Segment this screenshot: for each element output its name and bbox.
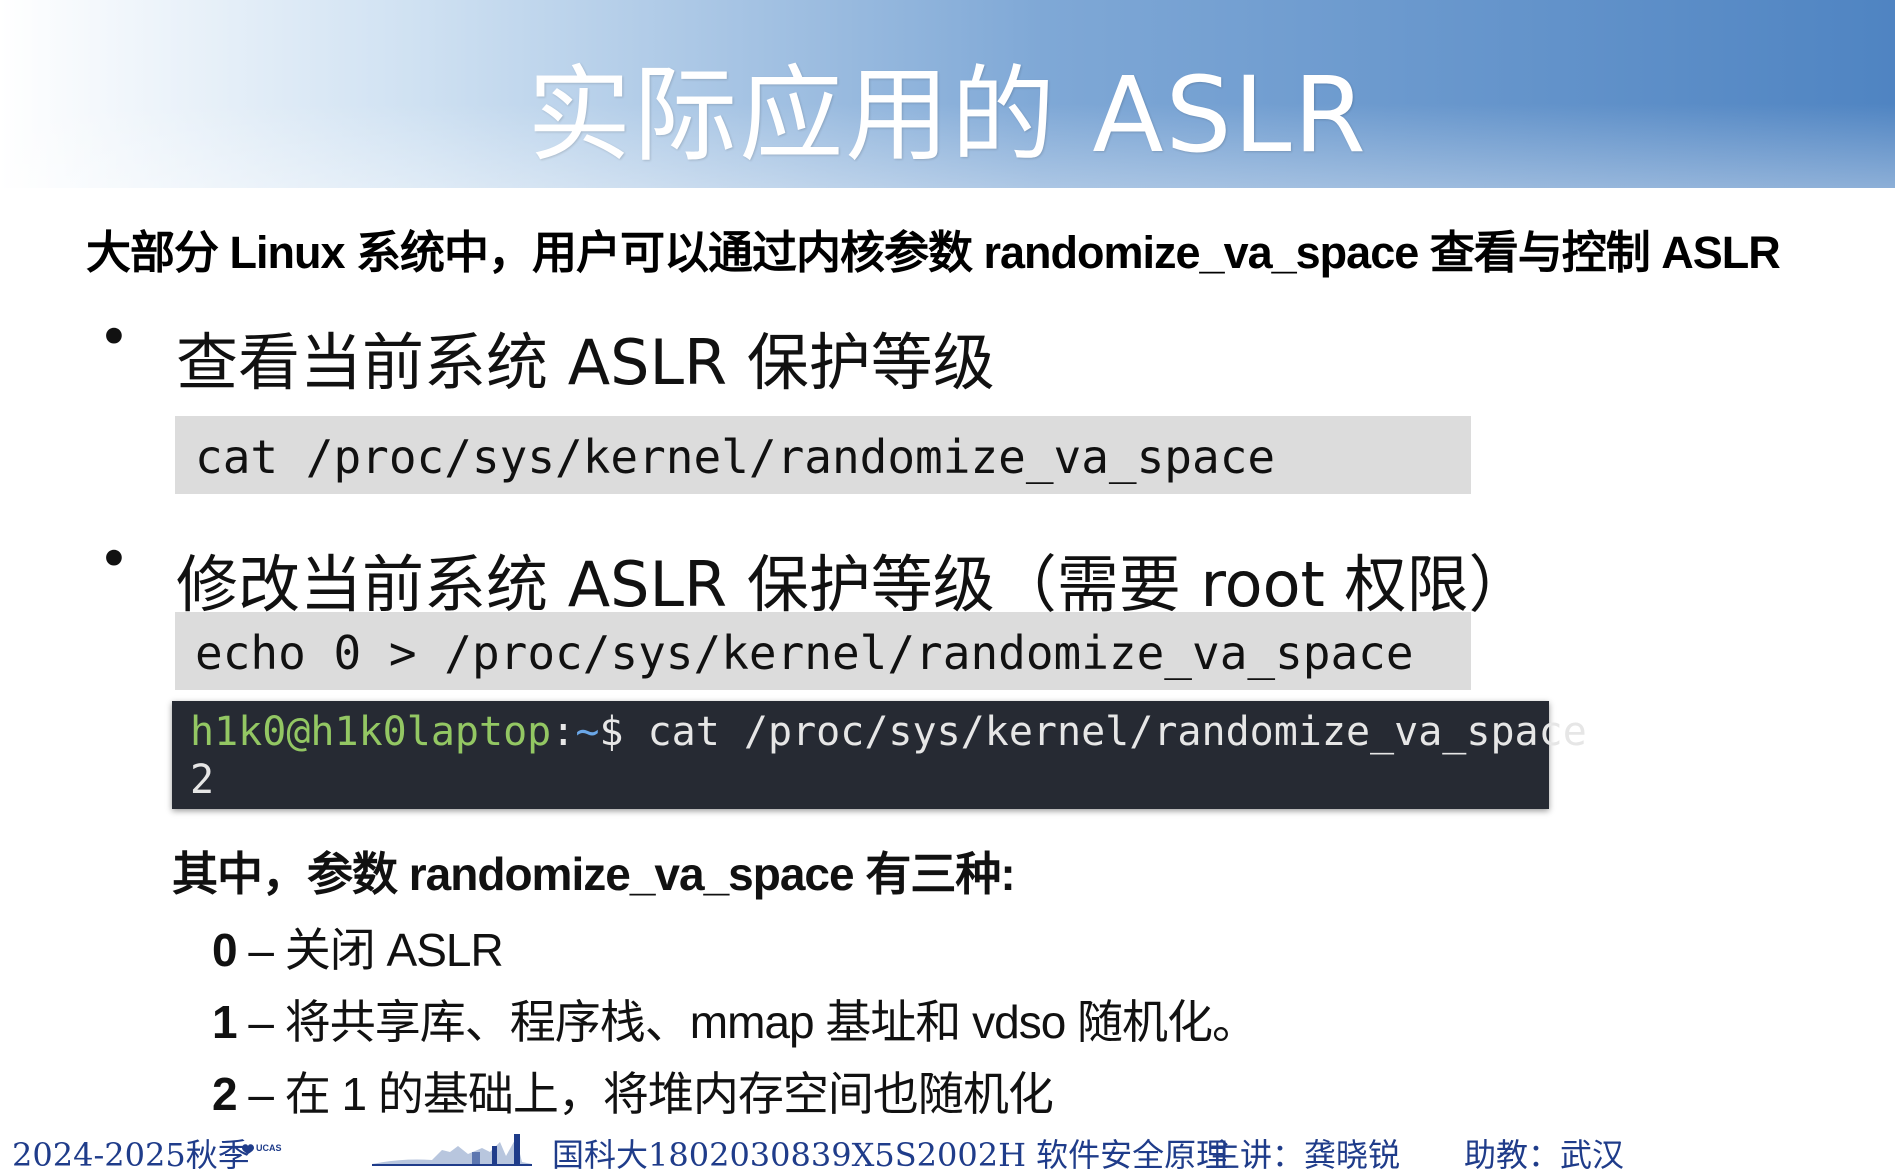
campus-skyline-icon <box>372 1134 532 1166</box>
footer-lecturer: 主讲：龚晓锐 <box>1208 1136 1401 1174</box>
footer-term: 2024-2025秋季 <box>12 1136 250 1174</box>
option-number: 1 <box>212 996 238 1048</box>
footer-course: 国科大1802030839X5S2002H 软件安全原理 <box>552 1136 1229 1174</box>
terminal-command-line: h1k0@h1k0laptop:~$ cat /proc/sys/kernel/… <box>190 709 1587 755</box>
bullet-text: 修改当前系统 ASLR 保护等级（需要 root 权限） <box>176 548 1531 621</box>
bullet-dot-icon: • <box>98 306 130 369</box>
bullet-text: 查看当前系统 ASLR 保护等级 <box>176 326 995 399</box>
option-0: 0 – 关闭 ASLR <box>212 914 504 980</box>
params-heading: 其中，参数 randomize_va_space 有三种: <box>172 848 1016 900</box>
code-text: cat /proc/sys/kernel/randomize_va_space <box>195 430 1276 484</box>
terminal-command: cat /proc/sys/kernel/randomize_va_space <box>647 709 1587 755</box>
ucas-logo-text: UCAS <box>256 1143 282 1153</box>
intro-text: 大部分 Linux 系统中，用户可以通过内核参数 randomize_va_sp… <box>86 227 1781 278</box>
slide-title: 实际应用的 ASLR <box>527 54 1368 176</box>
option-number: 0 <box>212 924 238 976</box>
terminal-output: 2 <box>190 757 215 803</box>
footer-assistant: 助教：武汉 <box>1464 1136 1625 1174</box>
slide-footer: 2024-2025秋季 UCAS 国科大1802030839X5S2002H 软… <box>0 1128 1895 1175</box>
code-text: echo 0 > /proc/sys/kernel/randomize_va_s… <box>195 626 1414 680</box>
bullet-dot-icon: • <box>98 528 130 591</box>
option-dash: – <box>236 924 285 976</box>
option-number: 2 <box>212 1068 238 1120</box>
ucas-logo-icon: UCAS <box>242 1143 282 1154</box>
terminal-prompt-symbol: $ <box>599 709 648 755</box>
terminal-prompt-user: h1k0@h1k0laptop <box>190 709 552 755</box>
terminal-prompt-separator: : <box>551 709 576 755</box>
option-1: 1 – 将共享库、程序栈、mmap 基址和 vdso 随机化。 <box>212 986 1258 1052</box>
option-2: 2 – 在 1 的基础上，将堆内存空间也随机化 <box>212 1058 1054 1124</box>
option-dash: – <box>236 996 285 1048</box>
option-desc: 在 1 的基础上，将堆内存空间也随机化 <box>284 1068 1054 1120</box>
option-desc: 将共享库、程序栈、mmap 基址和 vdso 随机化。 <box>284 996 1258 1048</box>
terminal-screenshot: h1k0@h1k0laptop:~$ cat /proc/sys/kernel/… <box>172 701 1587 809</box>
option-dash: – <box>236 1068 285 1120</box>
code-block-echo: echo 0 > /proc/sys/kernel/randomize_va_s… <box>175 612 1471 690</box>
terminal-prompt-path: ~ <box>575 709 600 755</box>
code-block-cat: cat /proc/sys/kernel/randomize_va_space <box>175 416 1471 494</box>
option-desc: 关闭 ASLR <box>284 924 504 976</box>
